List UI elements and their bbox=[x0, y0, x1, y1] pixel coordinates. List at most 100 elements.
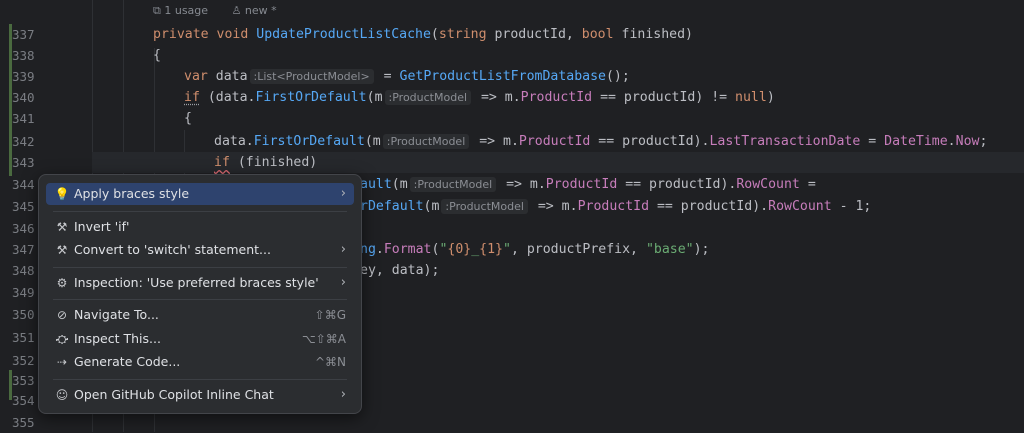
keyword: null bbox=[735, 90, 767, 105]
code-text: { bbox=[153, 48, 161, 63]
menu-separator bbox=[53, 267, 347, 268]
code-text: == productId). bbox=[590, 134, 710, 149]
type-hint: :ProductModel bbox=[441, 199, 528, 214]
string-literal: "base" bbox=[645, 242, 694, 257]
code-text: ); bbox=[693, 242, 710, 257]
code-text: == productId) != bbox=[592, 90, 736, 105]
menu-item-label: Inspection: 'Use preferred braces style' bbox=[74, 275, 319, 290]
author-text: new * bbox=[244, 4, 277, 17]
menu-separator bbox=[53, 299, 347, 300]
code-lens[interactable]: ⧉ 1 usage ♙ new * bbox=[153, 4, 297, 18]
keyword: if bbox=[214, 155, 230, 170]
property-name: ProductId bbox=[520, 90, 593, 105]
submenu-arrow-icon: › bbox=[340, 186, 346, 201]
line-number[interactable]: 338 bbox=[12, 45, 50, 66]
string-literal: _ bbox=[471, 242, 480, 257]
code-text: (m bbox=[423, 199, 440, 214]
string-literal: " bbox=[503, 242, 511, 257]
menu-item-copilot-inline-chat[interactable]: ☺ Open GitHub Copilot Inline Chat › bbox=[46, 384, 354, 406]
code-text: = bbox=[799, 177, 816, 192]
code-text: = bbox=[860, 134, 885, 149]
keyword: void bbox=[216, 27, 249, 42]
code-text: => m. bbox=[471, 134, 519, 149]
property-name: LastTransactionDate bbox=[709, 134, 861, 149]
code-line-347[interactable]: ng.Format("{0}_{1}", productPrefix, "bas… bbox=[360, 239, 709, 260]
property-name: RowCount bbox=[736, 177, 800, 192]
code-line-344[interactable]: ault(m:ProductModel => m.ProductId == pr… bbox=[360, 174, 816, 195]
type-hint: :ProductModel bbox=[384, 90, 472, 105]
code-text: productId, bbox=[486, 27, 582, 42]
line-number[interactable]: 339 bbox=[12, 66, 50, 87]
menu-item-label: Apply braces style bbox=[74, 186, 190, 201]
shortcut-hint: ⌥⇧⌘A bbox=[301, 332, 346, 346]
code-text: data bbox=[207, 69, 248, 84]
intention-actions-menu[interactable]: 💡 Apply braces style › ⚒ Invert 'if' ⚒ C… bbox=[38, 174, 362, 414]
code-line-338[interactable]: { bbox=[153, 45, 161, 66]
code-text: == productId). bbox=[617, 177, 737, 192]
code-text: (m bbox=[364, 134, 381, 149]
property-name: ProductId bbox=[518, 134, 591, 149]
menu-item-inspection-braces[interactable]: ⚙ Inspection: 'Use preferred braces styl… bbox=[46, 272, 354, 294]
code-text: = bbox=[375, 69, 400, 84]
code-text: == productId). bbox=[649, 199, 769, 214]
code-line-345[interactable]: rDefault(m:ProductModel => m.ProductId =… bbox=[360, 196, 871, 217]
keyword: private bbox=[153, 27, 209, 42]
gear-icon: ⚙ bbox=[56, 276, 68, 290]
menu-separator bbox=[53, 211, 347, 212]
shortcut-hint: ⇧⌘G bbox=[314, 308, 346, 322]
type-hint: :ProductModel bbox=[409, 177, 497, 192]
line-number[interactable]: 343 bbox=[12, 152, 50, 173]
line-number[interactable]: 337 bbox=[12, 24, 50, 45]
code-line-342[interactable]: data.FirstOrDefault(m:ProductModel => m.… bbox=[214, 131, 987, 152]
line-number[interactable]: 340 bbox=[12, 87, 50, 108]
code-line-340[interactable]: if (data.FirstOrDefault(m:ProductModel =… bbox=[184, 87, 775, 108]
menu-item-label: Invert 'if' bbox=[74, 219, 130, 234]
submenu-arrow-icon: › bbox=[340, 275, 346, 290]
code-line-337[interactable]: private void UpdateProductListCache(stri… bbox=[153, 24, 693, 45]
usages-hint[interactable]: ⧉ 1 usage bbox=[153, 4, 218, 17]
line-number[interactable]: 342 bbox=[12, 131, 50, 152]
method-name: UpdateProductListCache bbox=[256, 27, 431, 42]
line-number[interactable]: 355 bbox=[12, 412, 50, 433]
code-text: (); bbox=[605, 69, 630, 84]
menu-item-convert-to-switch[interactable]: ⚒ Convert to 'switch' statement... › bbox=[46, 239, 354, 261]
code-text: finished) bbox=[613, 27, 693, 42]
menu-item-label: Convert to 'switch' statement... bbox=[74, 242, 271, 257]
keyword: var bbox=[184, 69, 208, 84]
inspect-icon: ⛮ bbox=[55, 332, 69, 346]
method-name: Format bbox=[383, 242, 432, 257]
lightbulb-icon: 💡 bbox=[54, 187, 70, 201]
menu-item-navigate-to[interactable]: ⊘ Navigate To... ⇧⌘G bbox=[46, 304, 354, 326]
code-line-348[interactable]: ey, data); bbox=[360, 260, 439, 281]
line-number[interactable]: 341 bbox=[12, 108, 50, 129]
code-text: ey, data); bbox=[360, 263, 440, 278]
type-hint: :List<ProductModel> bbox=[249, 69, 374, 84]
code-text: ) bbox=[766, 90, 775, 105]
method-name: FirstOrDefault bbox=[255, 90, 367, 105]
menu-item-apply-braces-style[interactable]: 💡 Apply braces style › bbox=[46, 183, 354, 205]
menu-item-inspect-this[interactable]: ⛮ Inspect This... ⌥⇧⌘A bbox=[46, 328, 354, 350]
format-placeholder: {1} bbox=[479, 242, 503, 257]
code-text: (m bbox=[366, 90, 383, 105]
type-name: DateTime bbox=[884, 134, 948, 149]
code-line-343[interactable]: if (finished) bbox=[214, 152, 317, 173]
generate-icon: ⇢ bbox=[56, 355, 68, 369]
submenu-arrow-icon: › bbox=[340, 242, 346, 257]
type-hint: :ProductModel bbox=[382, 134, 470, 149]
navigate-icon: ⊘ bbox=[56, 308, 68, 322]
code-line-339[interactable]: var data:List<ProductModel> = GetProduct… bbox=[184, 66, 630, 87]
code-text: , productPrefix, bbox=[510, 242, 646, 257]
author-hint[interactable]: ♙ new * bbox=[232, 4, 287, 17]
method-name: FirstOrDefault bbox=[253, 134, 365, 149]
usages-text: 1 usage bbox=[164, 4, 209, 17]
code-line-341[interactable]: { bbox=[184, 108, 192, 129]
menu-item-label: Inspect This... bbox=[74, 331, 161, 346]
code-text: (m bbox=[391, 177, 408, 192]
menu-item-label: Open GitHub Copilot Inline Chat bbox=[74, 387, 274, 402]
menu-item-label: Navigate To... bbox=[74, 307, 159, 322]
menu-item-invert-if[interactable]: ⚒ Invert 'if' bbox=[46, 216, 354, 238]
menu-item-generate-code[interactable]: ⇢ Generate Code... ^⌘N bbox=[46, 351, 354, 373]
copilot-icon: ☺ bbox=[55, 388, 69, 402]
property-name: Now bbox=[955, 134, 980, 149]
keyword: string bbox=[438, 27, 487, 42]
